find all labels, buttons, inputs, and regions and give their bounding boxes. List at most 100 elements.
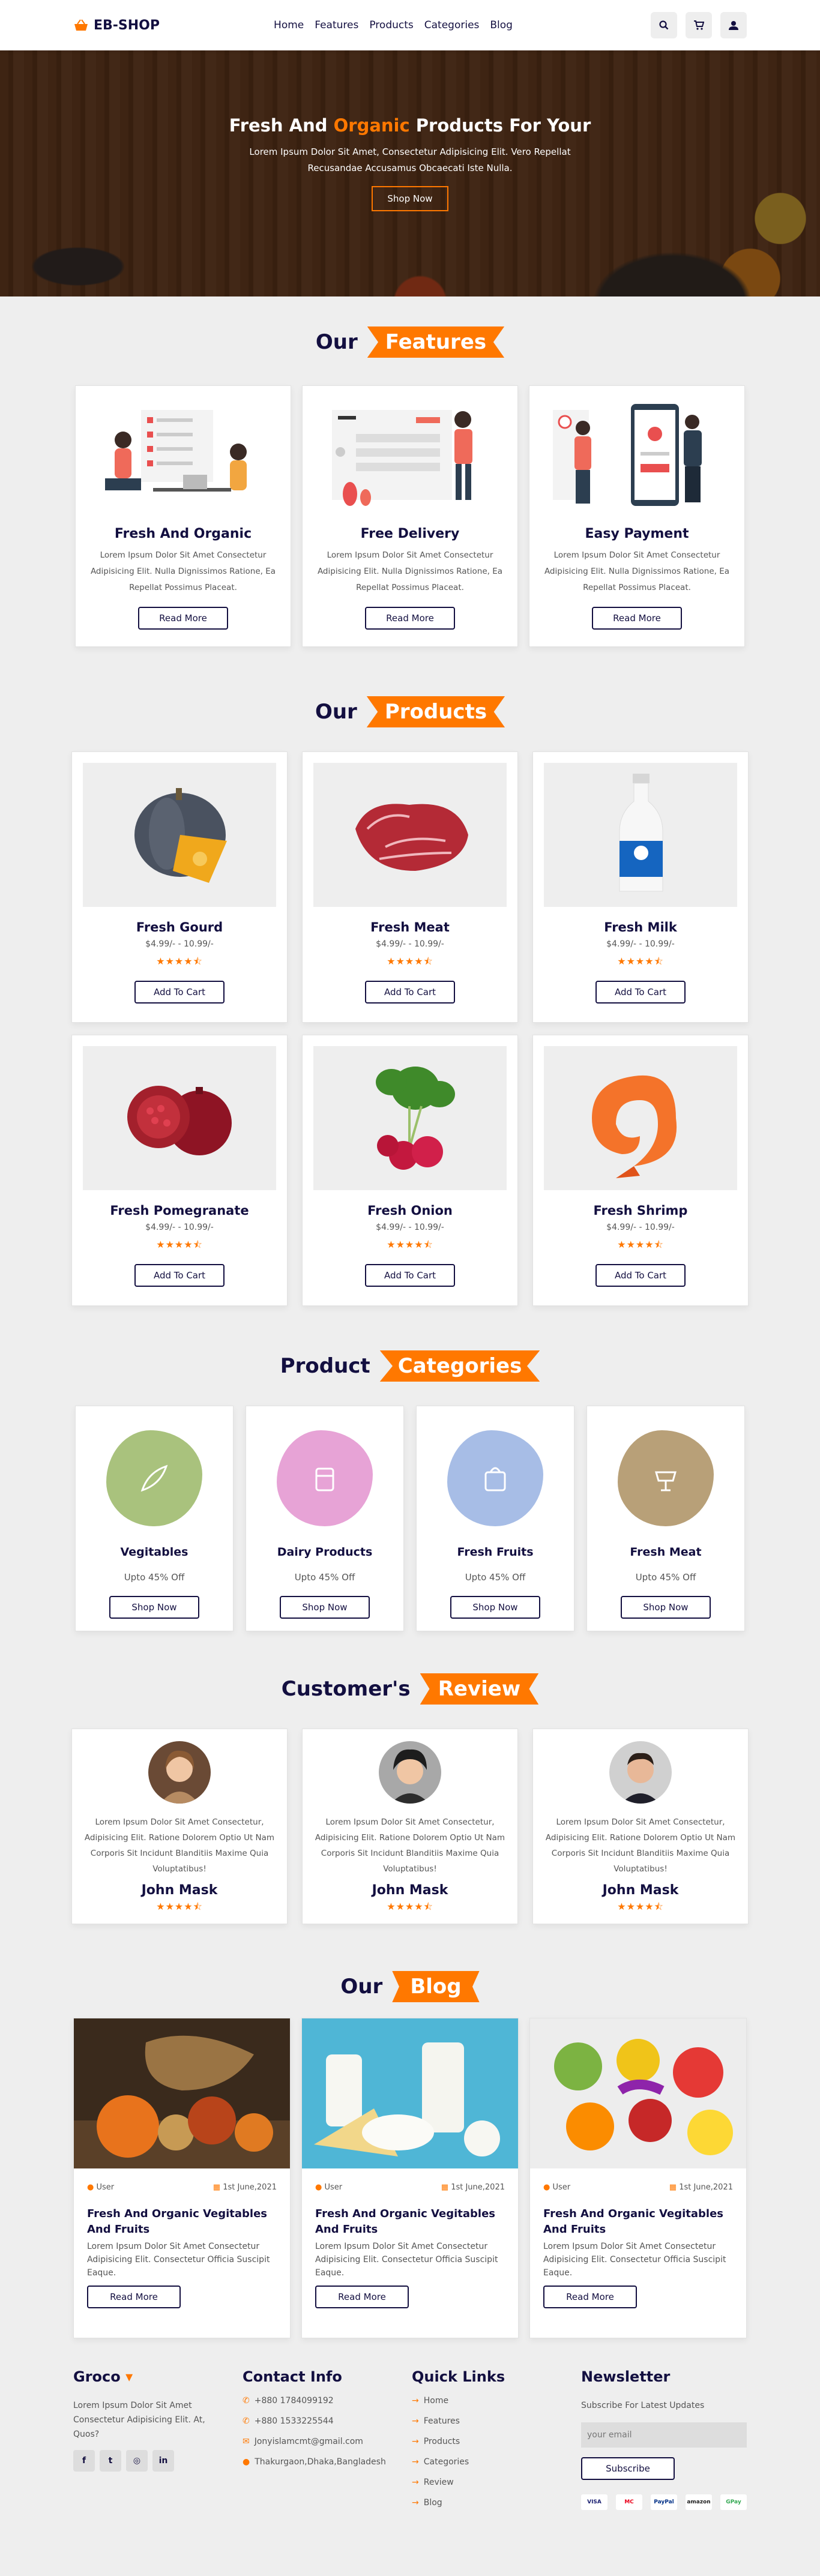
feature-illustration-payment xyxy=(540,398,734,518)
contact-address[interactable]: ● Thakurgaon,Dhaka,Bangladesh xyxy=(243,2457,394,2467)
footer-about: Groco ▾ Lorem Ipsum Dolor Sit Amet Conse… xyxy=(73,2368,225,2510)
feature-card: Easy Payment Lorem Ipsum Dolor Sit Amet … xyxy=(529,385,745,647)
category-offer: Upto 45% Off xyxy=(465,1572,526,1583)
avatar xyxy=(148,1741,211,1804)
shop-now-button[interactable]: Shop Now xyxy=(621,1596,711,1619)
nav-categories[interactable]: Categories xyxy=(424,19,480,31)
mastercard-icon: MC xyxy=(616,2494,642,2510)
categories-section: Product Categories Vegitables Upto 45% Of… xyxy=(0,1350,820,1631)
twitter-icon[interactable]: t xyxy=(100,2450,121,2472)
footer-link-products[interactable]: → Products xyxy=(412,2437,563,2446)
product-image-meat xyxy=(313,763,507,907)
map-pin-icon: ● xyxy=(243,2457,250,2467)
linkedin-icon[interactable]: in xyxy=(152,2450,174,2472)
categories-heading: Product Categories xyxy=(0,1350,820,1382)
footer: Groco ▾ Lorem Ipsum Dolor Sit Amet Conse… xyxy=(0,2368,820,2510)
review-card: Lorem Ipsum Dolor Sit Amet Consectetur, … xyxy=(302,1729,518,1924)
blog-excerpt: Lorem Ipsum Dolor Sit Amet Consectetur A… xyxy=(87,2242,270,2278)
read-more-button[interactable]: Read More xyxy=(315,2286,409,2308)
product-price: $4.99/- - 10.99/- xyxy=(606,1223,675,1232)
category-offer: Upto 45% Off xyxy=(124,1572,185,1583)
contact-phone-1[interactable]: ✆ +880 1784099192 xyxy=(243,2396,394,2406)
reviews-section: Customer's Review Lorem Ipsum Dolor Sit A… xyxy=(0,1673,820,1924)
shop-now-button[interactable]: Shop Now xyxy=(372,186,448,211)
hero-banner: Fresh And Organic Products For Your Lore… xyxy=(0,50,820,296)
add-to-cart-button[interactable]: Add To Cart xyxy=(134,981,225,1004)
footer-link-categories[interactable]: → Categories xyxy=(412,2457,563,2467)
nav-home[interactable]: Home xyxy=(274,19,304,31)
product-image-onion xyxy=(313,1046,507,1190)
footer-link-blog[interactable]: → Blog xyxy=(412,2498,563,2508)
contact-email[interactable]: ✉ Jonyislamcmt@gmail.com xyxy=(243,2437,394,2446)
category-card: Dairy Products Upto 45% Off Shop Now xyxy=(246,1406,404,1631)
reviewer-name: John Mask xyxy=(141,1883,218,1898)
feature-card: Fresh And Organic Lorem Ipsum Dolor Sit … xyxy=(75,385,291,647)
add-to-cart-button[interactable]: Add To Cart xyxy=(365,1264,455,1287)
product-image-milk xyxy=(544,763,737,907)
hero-title: Fresh And Organic Products For Your xyxy=(229,115,591,136)
blog-image-fruits xyxy=(530,2018,746,2168)
gpay-icon: GPay xyxy=(720,2494,747,2510)
search-icon[interactable] xyxy=(650,12,677,38)
user-icon[interactable] xyxy=(720,12,747,38)
add-to-cart-button[interactable]: Add To Cart xyxy=(595,981,686,1004)
blog-date: ▦ 1st June,2021 xyxy=(669,2183,733,2192)
category-name: Fresh Fruits xyxy=(457,1545,534,1559)
star-rating: ★★★★⯪ xyxy=(156,1239,203,1250)
nav-features[interactable]: Features xyxy=(315,19,358,31)
reviewer-name: John Mask xyxy=(602,1883,679,1898)
footer-about-text: Lorem Ipsum Dolor Sit Amet Consectetur A… xyxy=(73,2401,205,2439)
feature-desc: Lorem Ipsum Dolor Sit Amet Consectetur A… xyxy=(544,550,730,592)
header: EB-SHOP Home Features Products Categorie… xyxy=(0,0,820,50)
star-rating: ★★★★⯪ xyxy=(617,955,664,967)
contact-title: Contact Info xyxy=(243,2368,342,2385)
add-to-cart-button[interactable]: Add To Cart xyxy=(595,1264,686,1287)
email-input[interactable]: your email xyxy=(581,2422,747,2448)
add-to-cart-button[interactable]: Add To Cart xyxy=(365,981,455,1004)
arrow-right-icon: → xyxy=(412,2437,419,2446)
newsletter-title: Newsletter xyxy=(581,2368,671,2385)
category-card: Fresh Meat Upto 45% Off Shop Now xyxy=(586,1406,745,1631)
contact-phone-2[interactable]: ✆ +880 1533225544 xyxy=(243,2416,394,2426)
shop-now-button[interactable]: Shop Now xyxy=(109,1596,199,1619)
arrow-right-icon: → xyxy=(412,2478,419,2487)
product-name: Fresh Milk xyxy=(604,920,677,934)
blog-meta: ● User ▦ 1st June,2021 xyxy=(74,2168,290,2192)
read-more-button[interactable]: Read More xyxy=(87,2286,181,2308)
nav-products[interactable]: Products xyxy=(369,19,413,31)
subscribe-button[interactable]: Subscribe xyxy=(581,2457,675,2480)
instagram-icon[interactable]: ◎ xyxy=(126,2450,148,2472)
footer-link-features[interactable]: → Features xyxy=(412,2416,563,2426)
logo[interactable]: EB-SHOP xyxy=(73,18,160,33)
amazon-icon: amazon xyxy=(686,2494,712,2510)
review-text: Lorem Ipsum Dolor Sit Amet Consectetur, … xyxy=(84,1817,275,1874)
footer-link-review[interactable]: → Review xyxy=(412,2478,563,2487)
blog-excerpt: Lorem Ipsum Dolor Sit Amet Consectetur A… xyxy=(543,2242,726,2278)
read-more-button[interactable]: Read More xyxy=(592,607,682,630)
feature-illustration-delivery xyxy=(313,398,507,518)
nav-blog[interactable]: Blog xyxy=(490,19,513,31)
blog-date: ▦ 1st June,2021 xyxy=(213,2183,277,2192)
phone-icon: ✆ xyxy=(243,2416,250,2426)
blog-meta: ● User ▦ 1st June,2021 xyxy=(302,2168,518,2192)
read-more-button[interactable]: Read More xyxy=(543,2286,637,2308)
products-heading: Our Products xyxy=(0,696,820,727)
facebook-icon[interactable]: f xyxy=(73,2450,95,2472)
product-name: Fresh Onion xyxy=(367,1203,453,1218)
shop-now-button[interactable]: Shop Now xyxy=(450,1596,540,1619)
blog-card: ● User ▦ 1st June,2021 Fresh And Organic … xyxy=(301,2018,519,2338)
product-card: Fresh Pomegranate $4.99/- - 10.99/- ★★★★… xyxy=(71,1035,288,1306)
read-more-button[interactable]: Read More xyxy=(365,607,455,630)
logo-text: EB-SHOP xyxy=(94,17,160,33)
add-to-cart-button[interactable]: Add To Cart xyxy=(134,1264,225,1287)
blog-section: Our Blog ● User ▦ 1st June,2021 Fresh And … xyxy=(0,1971,820,2338)
footer-link-home[interactable]: → Home xyxy=(412,2396,563,2406)
read-more-button[interactable]: Read More xyxy=(138,607,228,630)
cart-icon[interactable] xyxy=(685,12,712,38)
reviews-heading: Customer's Review xyxy=(0,1673,820,1705)
shop-now-button[interactable]: Shop Now xyxy=(280,1596,370,1619)
category-offer: Upto 45% Off xyxy=(635,1572,696,1583)
avatar xyxy=(379,1741,441,1804)
feature-desc: Lorem Ipsum Dolor Sit Amet Consectetur A… xyxy=(317,550,503,592)
blog-author: ● User xyxy=(315,2183,343,2192)
